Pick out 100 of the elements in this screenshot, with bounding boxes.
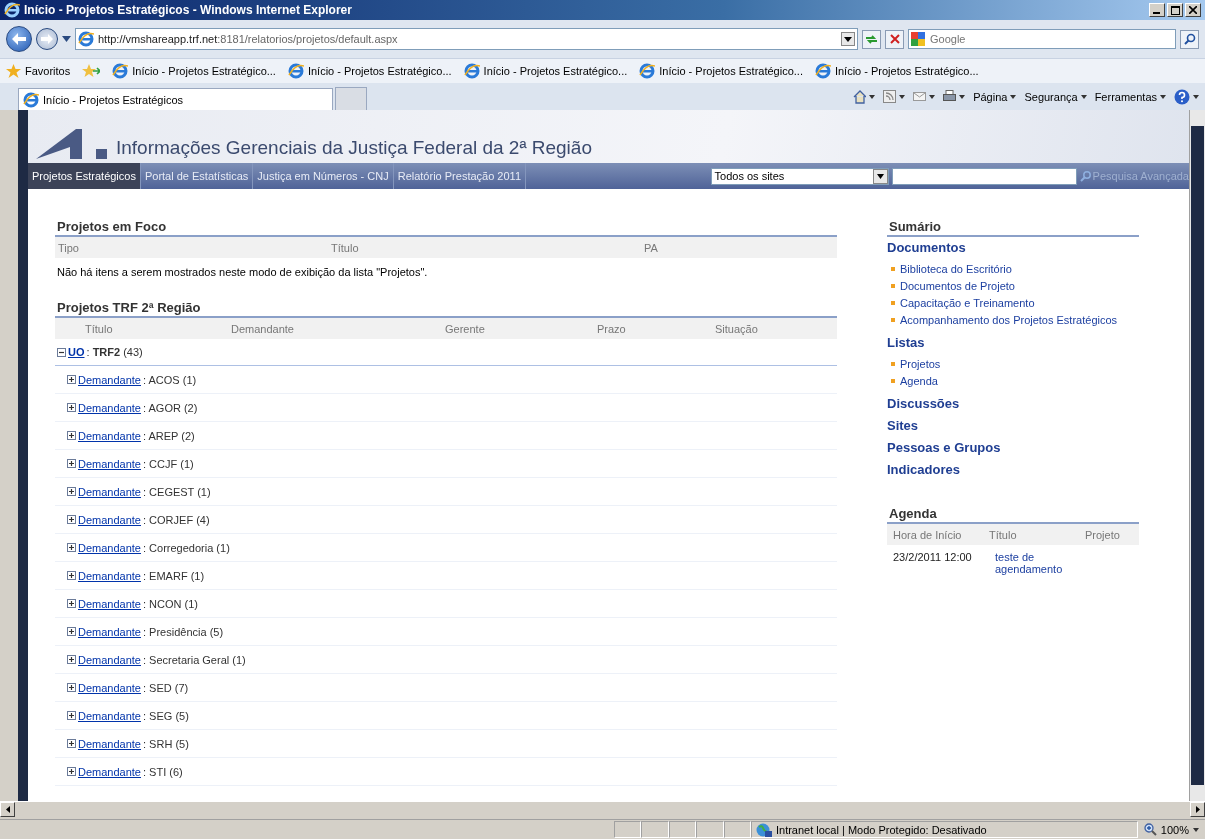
scrollbar-thumb[interactable]: [1191, 126, 1204, 785]
browser-logo-icon: [287, 63, 304, 79]
forward-button[interactable]: [36, 28, 58, 50]
bullet-icon: [891, 317, 895, 322]
quick-launch-link[interactable]: Capacitação e Treinamento: [900, 296, 1035, 309]
expand-icon[interactable]: [67, 739, 76, 748]
expand-icon[interactable]: [67, 571, 76, 580]
scroll-right-button[interactable]: [1190, 802, 1205, 817]
dropdown-arrow-icon[interactable]: [62, 36, 71, 42]
expand-icon[interactable]: [67, 375, 76, 384]
group-link[interactable]: Demandante: [78, 765, 141, 778]
favorite-link[interactable]: Início - Projetos Estratégico...: [463, 63, 628, 79]
stop-button[interactable]: [885, 29, 904, 49]
quick-launch-link[interactable]: Acompanhamento dos Projetos Estratégicos: [900, 313, 1118, 326]
favorite-link[interactable]: Início - Projetos Estratégico...: [814, 63, 979, 79]
quick-launch-link[interactable]: Projetos: [900, 357, 941, 370]
vertical-scrollbar[interactable]: [1189, 110, 1205, 801]
quick-launch-heading[interactable]: Sites: [887, 418, 1139, 433]
column-header[interactable]: Título: [328, 241, 641, 254]
quick-launch-link[interactable]: Biblioteca do Escritório: [900, 262, 1012, 275]
group-link[interactable]: Demandante: [78, 513, 141, 526]
add-favorite-icon[interactable]: [82, 64, 101, 78]
feed-button[interactable]: [883, 90, 906, 104]
help-icon: [1174, 89, 1190, 105]
refresh-button[interactable]: [862, 29, 881, 49]
group-label: : EMARF (1): [143, 569, 205, 582]
column-header[interactable]: Situação: [715, 322, 815, 335]
column-header[interactable]: Projeto: [1085, 528, 1139, 541]
group-link[interactable]: Demandante: [78, 401, 141, 414]
expand-icon[interactable]: [67, 711, 76, 720]
quick-launch-link[interactable]: Documentos de Projeto: [900, 279, 1015, 292]
menu-button[interactable]: Página: [973, 91, 1017, 103]
help-button[interactable]: [1174, 89, 1199, 105]
expand-icon[interactable]: [67, 627, 76, 636]
expand-icon[interactable]: [67, 487, 76, 496]
expand-icon[interactable]: [67, 767, 76, 776]
group-link[interactable]: Demandante: [78, 597, 141, 610]
mail-button[interactable]: [913, 90, 936, 104]
column-header[interactable]: Hora de Início: [887, 528, 989, 541]
favorite-link[interactable]: Início - Projetos Estratégico...: [639, 63, 803, 79]
search-button[interactable]: [1180, 29, 1199, 49]
nav-tab[interactable]: Relatório Prestação 2011: [393, 163, 526, 189]
horizontal-scrollbar[interactable]: [0, 801, 1205, 819]
close-button[interactable]: [1185, 3, 1201, 17]
quick-launch-heading[interactable]: Documentos: [887, 240, 1139, 255]
group-link[interactable]: Demandante: [78, 681, 141, 694]
nav-tab[interactable]: Projetos Estratégicos: [28, 163, 141, 189]
expand-icon[interactable]: [67, 543, 76, 552]
column-header[interactable]: Gerente: [445, 322, 597, 335]
nav-tab[interactable]: Portal de Estatísticas: [140, 163, 254, 189]
column-header[interactable]: Demandante: [231, 322, 445, 335]
group-link[interactable]: Demandante: [78, 625, 141, 638]
home-button[interactable]: [853, 90, 876, 104]
quick-launch-link[interactable]: Agenda: [900, 374, 938, 387]
expand-icon[interactable]: [67, 403, 76, 412]
collapse-icon[interactable]: [57, 347, 66, 357]
group-link[interactable]: Demandante: [78, 737, 141, 750]
group-link[interactable]: UO: [68, 346, 85, 358]
quick-launch-heading[interactable]: Indicadores: [887, 462, 1139, 477]
maximize-button[interactable]: [1167, 3, 1183, 17]
group-link[interactable]: Demandante: [78, 429, 141, 442]
expand-icon[interactable]: [67, 599, 76, 608]
group-link[interactable]: Demandante: [78, 569, 141, 582]
expand-icon[interactable]: [67, 683, 76, 692]
event-link[interactable]: teste de agendamento: [995, 551, 1075, 575]
quick-launch-heading[interactable]: Discussões: [887, 396, 1139, 411]
quick-launch-heading[interactable]: Pessoas e Grupos: [887, 440, 1139, 455]
column-header[interactable]: PA: [641, 241, 744, 254]
column-header[interactable]: Título: [85, 322, 231, 335]
group-link[interactable]: Demandante: [78, 485, 141, 498]
quick-launch-heading[interactable]: Listas: [887, 335, 1139, 350]
printer-button[interactable]: [943, 90, 966, 104]
menu-button[interactable]: Ferramentas: [1094, 91, 1166, 103]
browser-tab[interactable]: Início - Projetos Estratégicos: [18, 88, 333, 110]
zoom-button[interactable]: 100%: [1137, 823, 1205, 836]
group-link[interactable]: Demandante: [78, 709, 141, 722]
expand-icon[interactable]: [67, 431, 76, 440]
group-link[interactable]: Demandante: [78, 653, 141, 666]
address-field[interactable]: http://vmshareapp.trf.net:8181/relatorios/projetos/default.aspx: [75, 28, 858, 50]
favorites-button[interactable]: Favoritos: [6, 64, 71, 78]
column-header[interactable]: Tipo: [55, 241, 328, 254]
scope-dropdown[interactable]: Todos os sites: [710, 167, 889, 185]
group-link[interactable]: Demandante: [78, 373, 141, 386]
group-label: : SED (7): [143, 681, 189, 694]
minimize-button[interactable]: [1149, 3, 1165, 17]
favorite-link[interactable]: Início - Projetos Estratégico...: [287, 63, 452, 79]
group-link[interactable]: Demandante: [78, 541, 141, 554]
search-field[interactable]: Google: [908, 29, 1176, 49]
scroll-left-button[interactable]: [0, 802, 15, 817]
column-header[interactable]: Título: [989, 528, 1085, 541]
favorite-link[interactable]: Início - Projetos Estratégico...: [112, 63, 276, 79]
back-button[interactable]: [6, 26, 32, 52]
menu-button[interactable]: Segurança: [1024, 91, 1087, 103]
column-header[interactable]: Prazo: [597, 322, 715, 335]
expand-icon[interactable]: [67, 459, 76, 468]
group-link[interactable]: Demandante: [78, 457, 141, 470]
expand-icon[interactable]: [67, 655, 76, 664]
expand-icon[interactable]: [67, 515, 76, 524]
site-search-field[interactable]: [891, 167, 1077, 185]
nav-tab[interactable]: Justiça em Números - CNJ: [253, 163, 394, 189]
